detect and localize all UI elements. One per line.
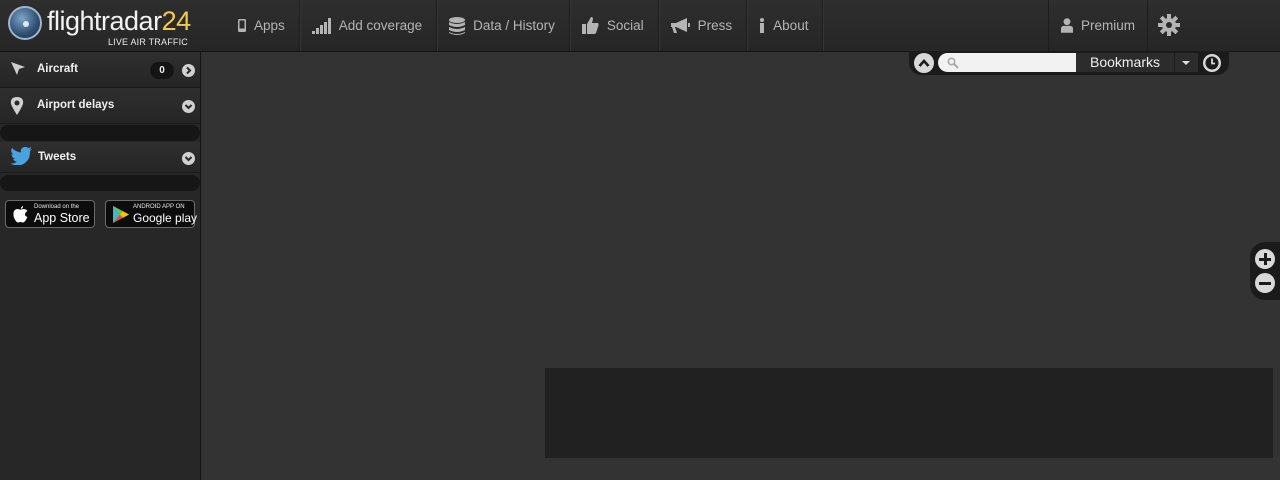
panel-collapsed-bar	[0, 175, 200, 191]
collapse-up-button[interactable]	[914, 53, 934, 73]
clock-icon[interactable]	[1202, 53, 1222, 73]
gear-icon[interactable]	[1158, 14, 1180, 36]
airport-delays-content	[0, 124, 200, 142]
google-play-small-text: ANDROID APP ON	[133, 204, 185, 210]
chevron-up-icon	[918, 59, 930, 67]
premium-button[interactable]: Premium	[1048, 0, 1148, 51]
panel-aircraft[interactable]: Aircraft 0	[0, 52, 200, 88]
mobile-phone-icon	[238, 19, 246, 32]
radar-logo-icon	[8, 6, 42, 40]
user-icon	[1061, 18, 1073, 33]
google-play-button[interactable]: ANDROID APP ON Google play	[105, 200, 198, 228]
logo-tagline: LIVE AIR TRAFFIC	[107, 37, 188, 47]
bookmarks-dropdown-toggle[interactable]	[1174, 53, 1198, 72]
nav-add-coverage[interactable]: Add coverage	[300, 0, 438, 51]
nav-add-coverage-label: Add coverage	[338, 18, 423, 33]
megaphone-icon	[670, 17, 690, 33]
nav-social[interactable]: Social	[570, 0, 659, 51]
map-search-bar: Bookmarks	[909, 51, 1229, 75]
play-triangle-icon	[113, 206, 129, 223]
search-icon	[947, 57, 959, 69]
nav-apps-label: Apps	[254, 18, 285, 33]
panel-tweets[interactable]: Tweets	[0, 142, 200, 173]
nav-about-label: About	[773, 18, 809, 33]
panel-collapsed-bar	[0, 125, 200, 141]
bookmarks-button[interactable]: Bookmarks	[1076, 53, 1174, 72]
zoom-controls	[1250, 242, 1280, 300]
main-nav: Apps Add coverage Data / History Social …	[226, 0, 824, 51]
info-icon	[760, 18, 765, 33]
signal-bars-icon	[311, 17, 331, 34]
chevron-down-icon[interactable]	[182, 152, 195, 165]
apple-icon	[13, 206, 28, 223]
nav-about[interactable]: About	[747, 0, 824, 51]
aircraft-count-badge: 0	[150, 62, 174, 79]
app-store-big-text: App Store	[34, 211, 90, 225]
database-icon	[449, 16, 466, 35]
panel-aircraft-label: Aircraft	[37, 63, 78, 75]
thumbs-up-icon	[581, 17, 599, 34]
ad-placeholder	[545, 368, 1273, 458]
nav-data-history[interactable]: Data / History	[437, 0, 570, 51]
top-navigation-bar: flightradar24 LIVE AIR TRAFFIC Apps Add …	[0, 0, 1280, 52]
app-store-links: Download on the App Store ANDROID APP ON…	[5, 200, 198, 228]
map-pin-icon	[10, 97, 24, 115]
panel-tweets-label: Tweets	[38, 151, 77, 163]
app-store-small-text: Download on the	[34, 204, 80, 210]
plane-cursor-icon	[11, 62, 25, 75]
premium-label: Premium	[1080, 18, 1135, 33]
flightradar24-logo[interactable]: flightradar24 LIVE AIR TRAFFIC	[6, 4, 196, 48]
nav-apps[interactable]: Apps	[226, 0, 300, 51]
zoom-in-button[interactable]	[1255, 249, 1275, 269]
chevron-right-icon[interactable]	[182, 64, 195, 77]
nav-press[interactable]: Press	[659, 0, 748, 51]
nav-data-history-label: Data / History	[473, 18, 555, 33]
panel-airport-delays[interactable]: Airport delays	[0, 88, 200, 124]
chevron-down-icon[interactable]	[182, 100, 195, 113]
app-store-button[interactable]: Download on the App Store	[5, 200, 95, 228]
nav-social-label: Social	[606, 18, 644, 33]
tweets-content	[0, 173, 200, 192]
logo-number: 24	[161, 6, 192, 36]
sidebar: Aircraft 0 Airport delays Tweets Downloa…	[0, 52, 201, 480]
logo-text: flightradar	[47, 6, 162, 36]
zoom-out-button[interactable]	[1255, 273, 1275, 293]
panel-airport-delays-label: Airport delays	[37, 99, 115, 111]
nav-press-label: Press	[697, 18, 733, 33]
twitter-bird-icon	[10, 147, 32, 165]
google-play-big-text: Google play	[133, 211, 198, 225]
